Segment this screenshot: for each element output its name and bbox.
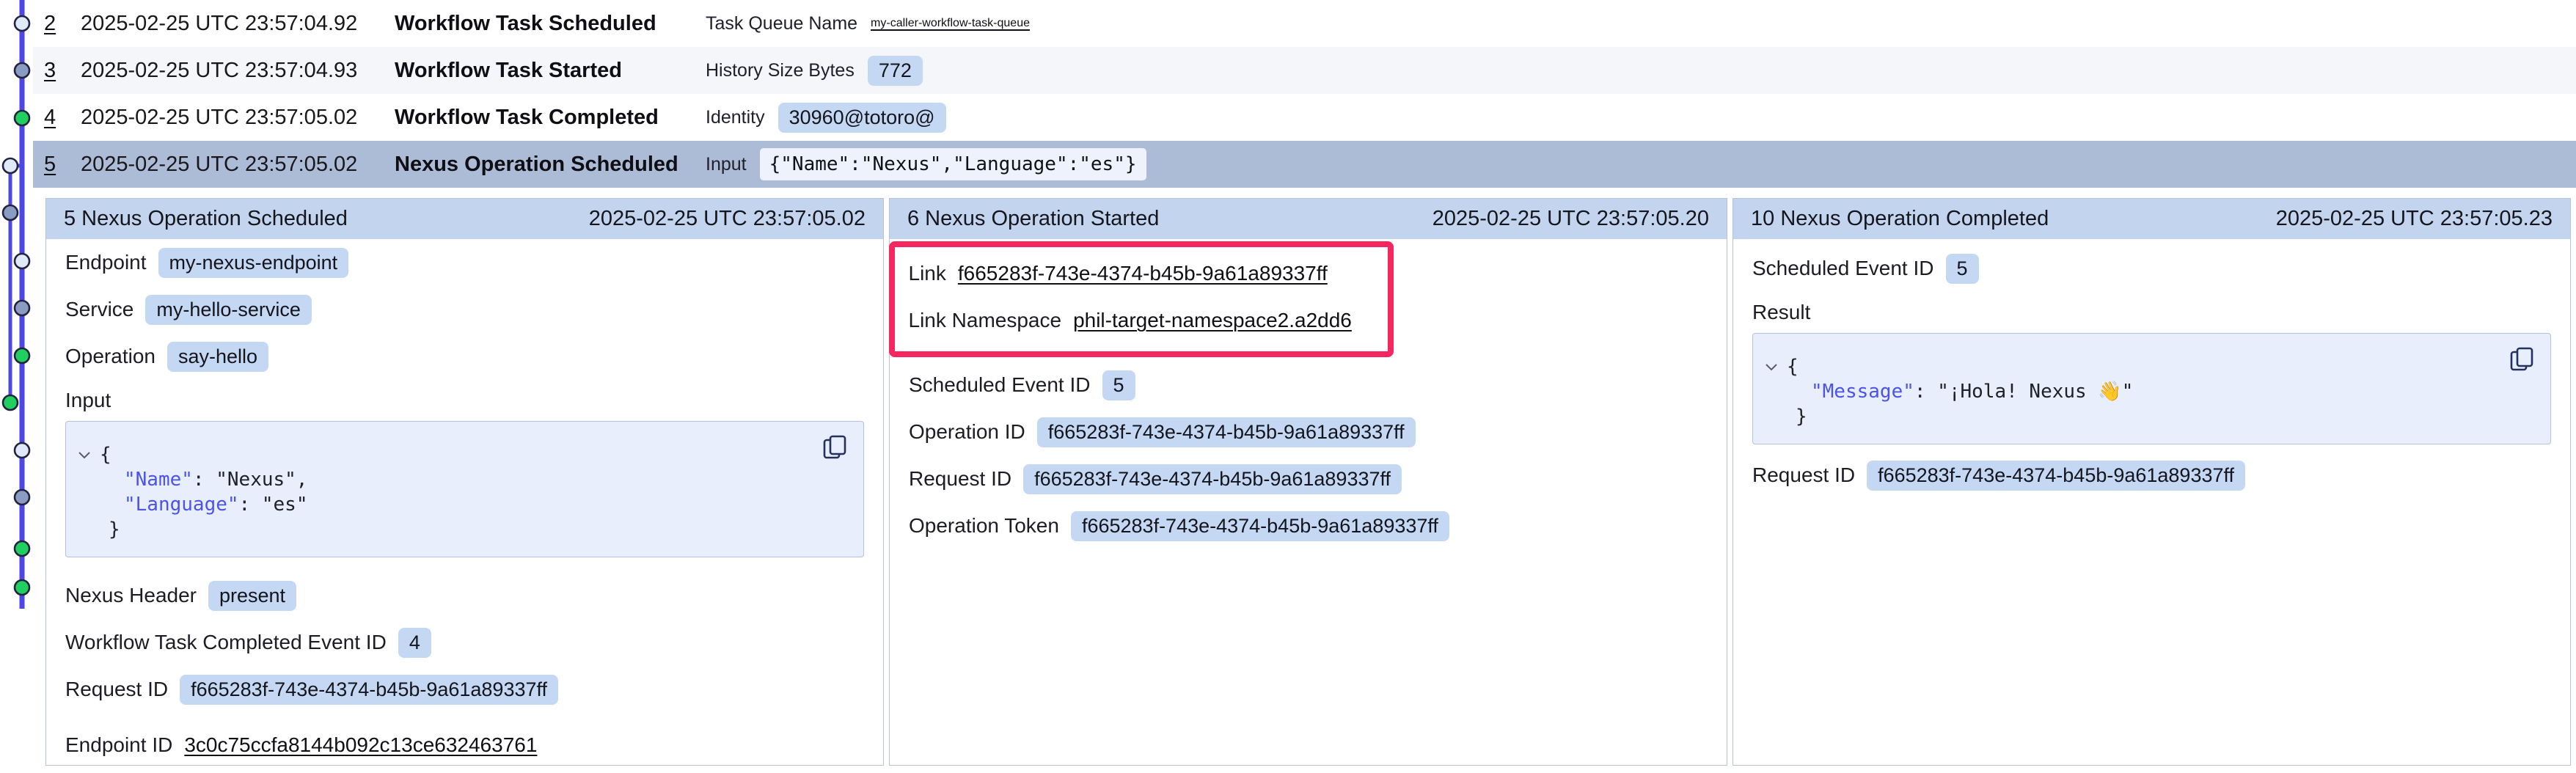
collapse-chevron-icon[interactable]	[1765, 363, 1778, 371]
timeline-node-started[interactable]	[15, 63, 29, 78]
event-timestamp: 2025-02-25 UTC 23:57:04.93	[81, 59, 395, 83]
detail-row-request-id: Request ID f665283f-743e-4374-b45b-9a61a…	[909, 455, 1708, 502]
detail-row-wft-completed-event-id: Workflow Task Completed Event ID 4	[65, 619, 864, 666]
panel-timestamp: 2025-02-25 UTC 23:57:05.20	[1432, 207, 1709, 231]
event-history-table: 2 2025-02-25 UTC 23:57:04.92 Workflow Ta…	[33, 0, 2576, 188]
panel-header[interactable]: 6 Nexus Operation Started 2025-02-25 UTC…	[890, 199, 1727, 239]
copy-icon	[821, 433, 849, 461]
panel-body: Link f665283f-743e-4374-b45b-9a61a89337f…	[890, 239, 1727, 765]
timeline-node-scheduled[interactable]	[15, 16, 29, 31]
detail-row-endpoint-id: Endpoint ID 3c0c75ccfa8144b092c13ce63246…	[65, 722, 864, 769]
detail-row-request-id: Request ID f665283f-743e-4374-b45b-9a61a…	[65, 666, 864, 713]
workflow-event-history-view: 2 2025-02-25 UTC 23:57:04.92 Workflow Ta…	[0, 0, 2576, 773]
event-row-5-selected[interactable]: 5 2025-02-25 UTC 23:57:05.02 Nexus Opera…	[33, 141, 2576, 188]
detail-row-endpoint: Endpoint my-nexus-endpoint	[65, 239, 864, 286]
event-attr-label: Input	[706, 154, 747, 175]
panel-nexus-operation-scheduled: 5 Nexus Operation Scheduled 2025-02-25 U…	[45, 198, 884, 766]
timeline-node-scheduled[interactable]	[15, 254, 29, 268]
operation-token-badge: f665283f-743e-4374-b45b-9a61a89337ff	[1071, 511, 1449, 541]
event-attr-label: History Size Bytes	[706, 60, 855, 81]
event-attr-label: Task Queue Name	[706, 13, 857, 34]
panel-title: 6 Nexus Operation Started	[907, 207, 1159, 231]
operation-id-badge: f665283f-743e-4374-b45b-9a61a89337ff	[1037, 417, 1416, 447]
detail-row-result-label: Result	[1752, 292, 2551, 333]
task-queue-link[interactable]: my-caller-workflow-task-queue	[871, 17, 1030, 30]
event-id-badge: 4	[398, 628, 431, 658]
timeline-node-completed[interactable]	[3, 395, 18, 410]
endpoint-badge: my-nexus-endpoint	[158, 248, 349, 278]
panel-timestamp: 2025-02-25 UTC 23:57:05.02	[589, 207, 866, 231]
service-badge: my-hello-service	[145, 295, 312, 325]
event-timestamp: 2025-02-25 UTC 23:57:05.02	[81, 153, 395, 177]
panel-header[interactable]: 10 Nexus Operation Completed 2025-02-25 …	[1733, 199, 2570, 239]
timeline-node-completed[interactable]	[15, 111, 29, 125]
detail-row-operation: Operation say-hello	[65, 333, 864, 380]
input-json-viewer: { "Name": "Nexus", "Language": "es" }	[65, 421, 864, 557]
timeline-node-scheduled[interactable]	[15, 443, 29, 458]
input-payload-badge: {"Name":"Nexus","Language":"es"}	[760, 148, 1146, 180]
request-id-badge: f665283f-743e-4374-b45b-9a61a89337ff	[1023, 464, 1402, 494]
event-row-2[interactable]: 2 2025-02-25 UTC 23:57:04.92 Workflow Ta…	[33, 0, 2576, 47]
collapse-chevron-icon[interactable]	[78, 451, 91, 459]
panel-title: 5 Nexus Operation Scheduled	[64, 207, 348, 231]
event-detail-panels: 5 Nexus Operation Scheduled 2025-02-25 U…	[45, 198, 2571, 766]
identity-badge: 30960@totoro@	[778, 103, 946, 133]
event-name: Nexus Operation Scheduled	[395, 153, 706, 177]
timeline-node-scheduled[interactable]	[3, 158, 18, 173]
event-id-link[interactable]: 3	[44, 59, 81, 83]
detail-row-operation-id: Operation ID f665283f-743e-4374-b45b-9a6…	[909, 409, 1708, 455]
detail-row-service: Service my-hello-service	[65, 286, 864, 333]
copy-button[interactable]	[2508, 345, 2536, 373]
event-row-3[interactable]: 3 2025-02-25 UTC 23:57:04.93 Workflow Ta…	[33, 47, 2576, 94]
scheduled-event-id-badge: 5	[1946, 254, 1979, 284]
timeline-node-completed[interactable]	[15, 580, 29, 595]
annotation-highlight-box: Link f665283f-743e-4374-b45b-9a61a89337f…	[889, 241, 1394, 357]
detail-row-operation-token: Operation Token f665283f-743e-4374-b45b-…	[909, 502, 1708, 549]
detail-row-nexus-header: Nexus Header present	[65, 572, 864, 619]
timeline-node-completed[interactable]	[15, 541, 29, 556]
event-name: Workflow Task Scheduled	[395, 12, 706, 36]
result-json-viewer: { "Message": "¡Hola! Nexus 👋" }	[1752, 333, 2551, 444]
history-size-badge: 772	[868, 56, 923, 86]
panel-header[interactable]: 5 Nexus Operation Scheduled 2025-02-25 U…	[46, 199, 883, 239]
detail-row-scheduled-event-id: Scheduled Event ID 5	[909, 362, 1708, 409]
panel-body: Endpoint my-nexus-endpoint Service my-he…	[46, 239, 883, 769]
request-id-badge: f665283f-743e-4374-b45b-9a61a89337ff	[1867, 461, 2245, 491]
event-timestamp: 2025-02-25 UTC 23:57:05.02	[81, 106, 395, 130]
detail-row-input-label: Input	[65, 380, 864, 421]
panel-nexus-operation-completed: 10 Nexus Operation Completed 2025-02-25 …	[1732, 198, 2571, 766]
event-id-link[interactable]: 4	[44, 106, 81, 130]
copy-icon	[2508, 345, 2536, 373]
copy-button[interactable]	[821, 433, 849, 461]
detail-row-link: Link f665283f-743e-4374-b45b-9a61a89337f…	[909, 250, 1388, 297]
event-id-link[interactable]: 2	[44, 12, 81, 36]
detail-row-link-namespace: Link Namespace phil-target-namespace2.a2…	[909, 297, 1388, 344]
timeline-node-started[interactable]	[15, 490, 29, 505]
timeline-node-started[interactable]	[3, 205, 18, 220]
detail-row-request-id: Request ID f665283f-743e-4374-b45b-9a61a…	[1752, 452, 2551, 499]
link-namespace-link[interactable]: phil-target-namespace2.a2dd6	[1073, 309, 1352, 332]
link-event-link[interactable]: f665283f-743e-4374-b45b-9a61a89337ff	[958, 262, 1328, 285]
nexus-header-badge: present	[208, 581, 296, 611]
detail-row-scheduled-event-id: Scheduled Event ID 5	[1752, 245, 2551, 292]
panel-body: Scheduled Event ID 5 Result { "Message":…	[1733, 239, 2570, 765]
event-name: Workflow Task Started	[395, 59, 706, 83]
event-timestamp: 2025-02-25 UTC 23:57:04.92	[81, 12, 395, 36]
timeline-node-completed[interactable]	[15, 348, 29, 363]
panel-title: 10 Nexus Operation Completed	[1751, 207, 2049, 231]
endpoint-id-link[interactable]: 3c0c75ccfa8144b092c13ce632463761	[184, 733, 537, 757]
scheduled-event-id-badge: 5	[1102, 370, 1135, 400]
panel-timestamp: 2025-02-25 UTC 23:57:05.23	[2276, 207, 2553, 231]
event-row-4[interactable]: 4 2025-02-25 UTC 23:57:05.02 Workflow Ta…	[33, 94, 2576, 141]
event-name: Workflow Task Completed	[395, 106, 706, 130]
event-attr-label: Identity	[706, 107, 765, 128]
timeline-node-started[interactable]	[15, 301, 29, 315]
event-id-link[interactable]: 5	[44, 153, 81, 177]
operation-badge: say-hello	[167, 342, 268, 372]
panel-nexus-operation-started: 6 Nexus Operation Started 2025-02-25 UTC…	[889, 198, 1727, 766]
request-id-badge: f665283f-743e-4374-b45b-9a61a89337ff	[180, 675, 558, 705]
